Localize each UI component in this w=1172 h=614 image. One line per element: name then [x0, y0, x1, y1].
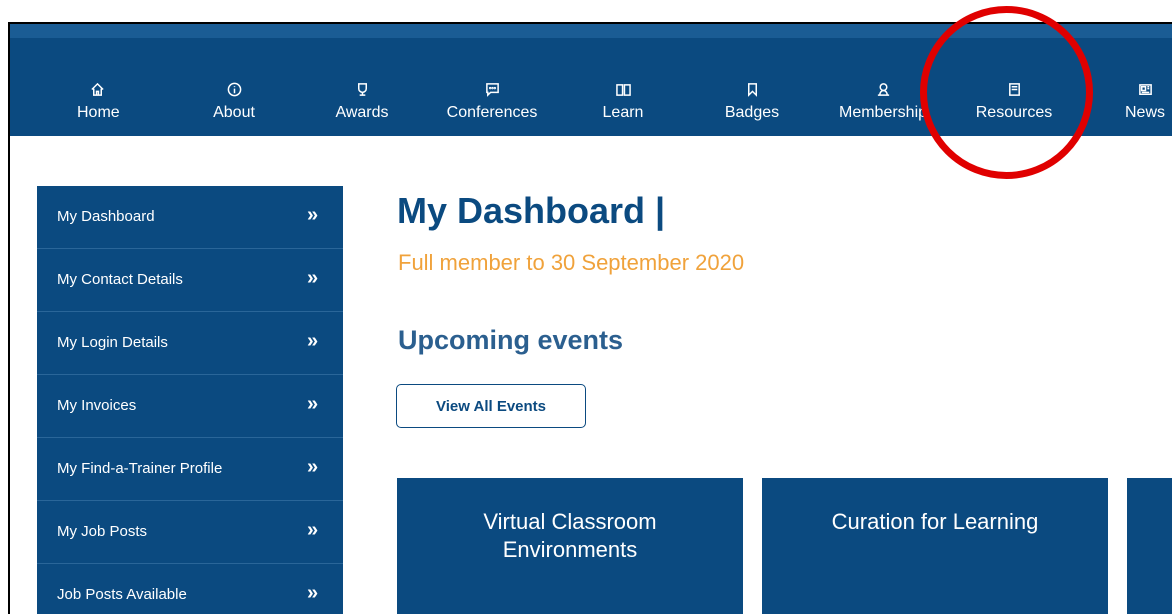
page-title: My Dashboard | [397, 190, 666, 231]
chevron-right-icon: » [307, 330, 319, 352]
sidebar-item-job-posts[interactable]: My Job Posts » [37, 501, 343, 564]
sidebar-item-label: My Login Details [57, 334, 168, 351]
event-card-title: Curation for Learning [831, 509, 1039, 534]
sidebar-item-contact-details[interactable]: My Contact Details » [37, 249, 343, 312]
nav-item-badges[interactable]: Badges [722, 82, 782, 122]
nav-item-label: Badges [724, 104, 780, 121]
nav-item-label: Home [77, 104, 120, 121]
nav-item-label: About [213, 104, 255, 121]
nav-item-about[interactable]: About [210, 82, 258, 122]
sidebar-item-trainer-profile[interactable]: My Find-a-Trainer Profile » [37, 438, 343, 501]
upcoming-events-heading: Upcoming events [398, 325, 624, 355]
event-card[interactable]: Virtual Classroom Environments [397, 478, 743, 614]
nav-item-news[interactable]: News [1123, 82, 1167, 122]
event-card-title: Virtual Classroom Environments [483, 509, 657, 562]
trophy-icon [332, 82, 392, 102]
sidebar-item-invoices[interactable]: My Invoices » [37, 375, 343, 438]
nav-item-awards[interactable]: Awards [332, 82, 392, 122]
view-all-events-button[interactable]: View All Events [396, 384, 586, 428]
chevron-right-icon: » [307, 519, 319, 541]
sidebar-item-label: My Find-a-Trainer Profile [57, 460, 223, 477]
home-icon [77, 82, 117, 102]
sidebar-item-dashboard[interactable]: My Dashboard » [37, 186, 343, 249]
sidebar-item-label: My Job Posts [57, 523, 148, 540]
event-card[interactable]: Curation for Learning [762, 478, 1108, 614]
chevron-right-icon: » [307, 393, 319, 415]
nav-item-label: Membership [838, 104, 928, 121]
event-card[interactable] [1127, 478, 1172, 614]
nav-item-label: Conferences [446, 104, 538, 121]
nav-item-label: News [1124, 104, 1165, 121]
user-icon [835, 82, 931, 102]
bookmark-icon [722, 82, 782, 102]
info-icon [210, 82, 258, 102]
sidebar-item-label: My Contact Details [57, 271, 183, 288]
account-sidebar: My Dashboard » My Contact Details » My L… [37, 186, 343, 614]
sidebar-item-job-posts-available[interactable]: Job Posts Available » [37, 564, 343, 614]
annotation-circle [920, 6, 1093, 179]
sidebar-item-label: Job Posts Available [57, 586, 187, 603]
nav-item-membership[interactable]: Membership [835, 82, 931, 122]
chevron-right-icon: » [307, 456, 319, 478]
book-open-icon [600, 82, 646, 102]
chevron-right-icon: » [307, 204, 319, 226]
chevron-right-icon: » [307, 582, 319, 604]
chat-icon [442, 82, 542, 102]
sidebar-item-label: My Invoices [57, 397, 137, 414]
membership-status: Full member to 30 September 2020 [398, 250, 745, 275]
nav-item-conferences[interactable]: Conferences [442, 82, 542, 122]
chevron-right-icon: » [307, 267, 319, 289]
sidebar-item-login-details[interactable]: My Login Details » [37, 312, 343, 375]
nav-item-label: Awards [335, 104, 389, 121]
nav-item-learn[interactable]: Learn [600, 82, 646, 122]
newspaper-icon [1123, 82, 1167, 102]
nav-item-home[interactable]: Home [77, 82, 120, 122]
sidebar-item-label: My Dashboard [57, 208, 155, 225]
nav-item-label: Learn [602, 104, 644, 121]
